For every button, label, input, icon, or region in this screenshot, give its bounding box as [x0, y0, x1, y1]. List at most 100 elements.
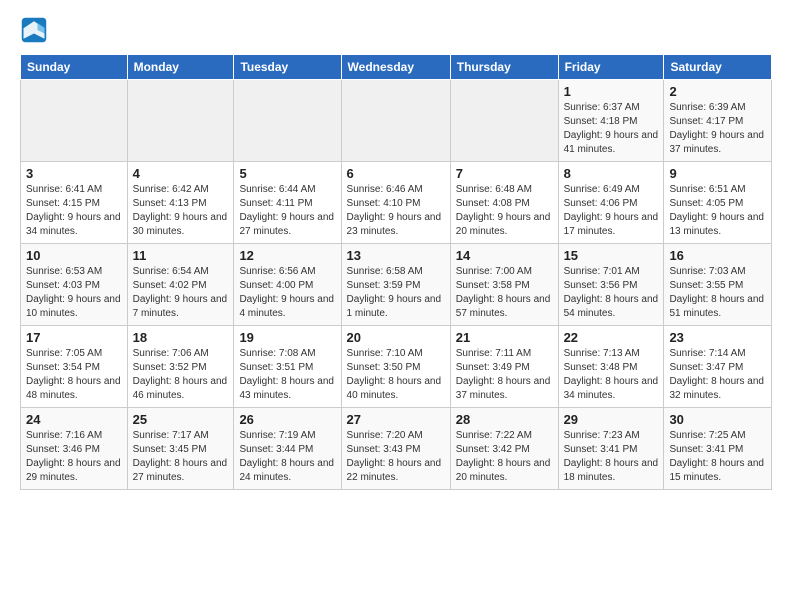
day-number: 2 — [669, 84, 766, 99]
day-info: Sunrise: 6:46 AM Sunset: 4:10 PM Dayligh… — [347, 183, 445, 239]
day-number: 24 — [26, 412, 122, 427]
calendar-cell: 30 Sunrise: 7:25 AM Sunset: 3:41 PM Dayli… — [664, 408, 772, 490]
day-info: Sunrise: 7:03 AM Sunset: 3:55 PM Dayligh… — [669, 265, 766, 321]
day-info: Sunrise: 6:48 AM Sunset: 4:08 PM Dayligh… — [456, 183, 553, 239]
calendar-cell: 24 Sunrise: 7:16 AM Sunset: 3:46 PM Dayli… — [21, 408, 128, 490]
calendar-day-header: Thursday — [450, 55, 558, 80]
day-number: 15 — [564, 248, 659, 263]
day-info: Sunrise: 6:41 AM Sunset: 4:15 PM Dayligh… — [26, 183, 122, 239]
calendar-day-header: Tuesday — [234, 55, 341, 80]
calendar-day-header: Saturday — [664, 55, 772, 80]
calendar-day-header: Wednesday — [341, 55, 450, 80]
calendar-cell: 6 Sunrise: 6:46 AM Sunset: 4:10 PM Daylig… — [341, 162, 450, 244]
day-info: Sunrise: 6:53 AM Sunset: 4:03 PM Dayligh… — [26, 265, 122, 321]
day-info: Sunrise: 7:05 AM Sunset: 3:54 PM Dayligh… — [26, 347, 122, 403]
calendar-cell — [341, 80, 450, 162]
calendar-cell: 25 Sunrise: 7:17 AM Sunset: 3:45 PM Dayli… — [127, 408, 234, 490]
calendar-cell: 12Sunrise: 6:56 AM Sunset: 4:00 PM Dayli… — [234, 244, 341, 326]
day-info: Sunrise: 6:37 AM Sunset: 4:18 PM Dayligh… — [564, 101, 659, 157]
day-info: Sunrise: 7:23 AM Sunset: 3:41 PM Dayligh… — [564, 429, 659, 485]
calendar-cell: 23 Sunrise: 7:14 AM Sunset: 3:47 PM Dayli… — [664, 326, 772, 408]
day-number: 27 — [347, 412, 445, 427]
day-info: Sunrise: 7:00 AM Sunset: 3:58 PM Dayligh… — [456, 265, 553, 321]
calendar-cell: 27 Sunrise: 7:20 AM Sunset: 3:43 PM Dayli… — [341, 408, 450, 490]
calendar-cell: 9 Sunrise: 6:51 AM Sunset: 4:05 PM Daylig… — [664, 162, 772, 244]
day-info: Sunrise: 7:13 AM Sunset: 3:48 PM Dayligh… — [564, 347, 659, 403]
calendar-cell: 28 Sunrise: 7:22 AM Sunset: 3:42 PM Dayli… — [450, 408, 558, 490]
calendar-cell: 8 Sunrise: 6:49 AM Sunset: 4:06 PM Daylig… — [558, 162, 664, 244]
calendar-cell: 1 Sunrise: 6:37 AM Sunset: 4:18 PM Daylig… — [558, 80, 664, 162]
day-number: 1 — [564, 84, 659, 99]
day-info: Sunrise: 6:51 AM Sunset: 4:05 PM Dayligh… — [669, 183, 766, 239]
logo-icon — [20, 16, 48, 44]
logo — [20, 16, 52, 44]
calendar-cell: 2 Sunrise: 6:39 AM Sunset: 4:17 PM Daylig… — [664, 80, 772, 162]
day-info: Sunrise: 7:16 AM Sunset: 3:46 PM Dayligh… — [26, 429, 122, 485]
day-number: 12 — [239, 248, 335, 263]
calendar-day-header: Monday — [127, 55, 234, 80]
day-number: 30 — [669, 412, 766, 427]
day-number: 16 — [669, 248, 766, 263]
day-info: Sunrise: 7:20 AM Sunset: 3:43 PM Dayligh… — [347, 429, 445, 485]
day-number: 5 — [239, 166, 335, 181]
calendar-body: 1 Sunrise: 6:37 AM Sunset: 4:18 PM Daylig… — [21, 80, 772, 490]
calendar-cell — [450, 80, 558, 162]
calendar-week-row: 1 Sunrise: 6:37 AM Sunset: 4:18 PM Daylig… — [21, 80, 772, 162]
calendar-cell: 20 Sunrise: 7:10 AM Sunset: 3:50 PM Dayli… — [341, 326, 450, 408]
day-number: 3 — [26, 166, 122, 181]
day-info: Sunrise: 6:54 AM Sunset: 4:02 PM Dayligh… — [133, 265, 229, 321]
day-number: 21 — [456, 330, 553, 345]
day-number: 8 — [564, 166, 659, 181]
day-info: Sunrise: 7:25 AM Sunset: 3:41 PM Dayligh… — [669, 429, 766, 485]
calendar-cell: 29Sunrise: 7:23 AM Sunset: 3:41 PM Dayli… — [558, 408, 664, 490]
calendar-header-row: SundayMondayTuesdayWednesdayThursdayFrid… — [21, 55, 772, 80]
calendar-week-row: 3 Sunrise: 6:41 AM Sunset: 4:15 PM Daylig… — [21, 162, 772, 244]
day-info: Sunrise: 6:49 AM Sunset: 4:06 PM Dayligh… — [564, 183, 659, 239]
calendar-cell — [127, 80, 234, 162]
day-info: Sunrise: 7:22 AM Sunset: 3:42 PM Dayligh… — [456, 429, 553, 485]
day-info: Sunrise: 7:01 AM Sunset: 3:56 PM Dayligh… — [564, 265, 659, 321]
day-info: Sunrise: 7:08 AM Sunset: 3:51 PM Dayligh… — [239, 347, 335, 403]
calendar-cell: 19Sunrise: 7:08 AM Sunset: 3:51 PM Dayli… — [234, 326, 341, 408]
day-number: 9 — [669, 166, 766, 181]
day-info: Sunrise: 7:17 AM Sunset: 3:45 PM Dayligh… — [133, 429, 229, 485]
calendar-cell: 4Sunrise: 6:42 AM Sunset: 4:13 PM Daylig… — [127, 162, 234, 244]
calendar-cell: 18Sunrise: 7:06 AM Sunset: 3:52 PM Dayli… — [127, 326, 234, 408]
day-info: Sunrise: 7:14 AM Sunset: 3:47 PM Dayligh… — [669, 347, 766, 403]
calendar-cell: 7 Sunrise: 6:48 AM Sunset: 4:08 PM Daylig… — [450, 162, 558, 244]
day-number: 10 — [26, 248, 122, 263]
calendar-cell: 3 Sunrise: 6:41 AM Sunset: 4:15 PM Daylig… — [21, 162, 128, 244]
calendar-cell: 26 Sunrise: 7:19 AM Sunset: 3:44 PM Dayli… — [234, 408, 341, 490]
day-info: Sunrise: 6:44 AM Sunset: 4:11 PM Dayligh… — [239, 183, 335, 239]
day-info: Sunrise: 7:19 AM Sunset: 3:44 PM Dayligh… — [239, 429, 335, 485]
calendar-cell: 11 Sunrise: 6:54 AM Sunset: 4:02 PM Dayli… — [127, 244, 234, 326]
calendar-cell: 14Sunrise: 7:00 AM Sunset: 3:58 PM Dayli… — [450, 244, 558, 326]
day-info: Sunrise: 6:42 AM Sunset: 4:13 PM Dayligh… — [133, 183, 229, 239]
day-number: 11 — [133, 248, 229, 263]
calendar-week-row: 10 Sunrise: 6:53 AM Sunset: 4:03 PM Dayli… — [21, 244, 772, 326]
page: SundayMondayTuesdayWednesdayThursdayFrid… — [0, 0, 792, 612]
calendar-cell: 22 Sunrise: 7:13 AM Sunset: 3:48 PM Dayli… — [558, 326, 664, 408]
day-number: 17 — [26, 330, 122, 345]
header — [20, 16, 772, 44]
calendar-cell: 16 Sunrise: 7:03 AM Sunset: 3:55 PM Dayli… — [664, 244, 772, 326]
day-number: 28 — [456, 412, 553, 427]
day-number: 6 — [347, 166, 445, 181]
day-info: Sunrise: 7:06 AM Sunset: 3:52 PM Dayligh… — [133, 347, 229, 403]
calendar: SundayMondayTuesdayWednesdayThursdayFrid… — [20, 54, 772, 490]
day-number: 20 — [347, 330, 445, 345]
day-info: Sunrise: 7:10 AM Sunset: 3:50 PM Dayligh… — [347, 347, 445, 403]
calendar-cell: 17 Sunrise: 7:05 AM Sunset: 3:54 PM Dayli… — [21, 326, 128, 408]
day-number: 23 — [669, 330, 766, 345]
calendar-cell: 13Sunrise: 6:58 AM Sunset: 3:59 PM Dayli… — [341, 244, 450, 326]
day-info: Sunrise: 6:39 AM Sunset: 4:17 PM Dayligh… — [669, 101, 766, 157]
day-number: 22 — [564, 330, 659, 345]
day-number: 7 — [456, 166, 553, 181]
calendar-cell: 15 Sunrise: 7:01 AM Sunset: 3:56 PM Dayli… — [558, 244, 664, 326]
day-info: Sunrise: 7:11 AM Sunset: 3:49 PM Dayligh… — [456, 347, 553, 403]
day-number: 25 — [133, 412, 229, 427]
day-number: 26 — [239, 412, 335, 427]
calendar-day-header: Friday — [558, 55, 664, 80]
calendar-cell: 21 Sunrise: 7:11 AM Sunset: 3:49 PM Dayli… — [450, 326, 558, 408]
calendar-day-header: Sunday — [21, 55, 128, 80]
